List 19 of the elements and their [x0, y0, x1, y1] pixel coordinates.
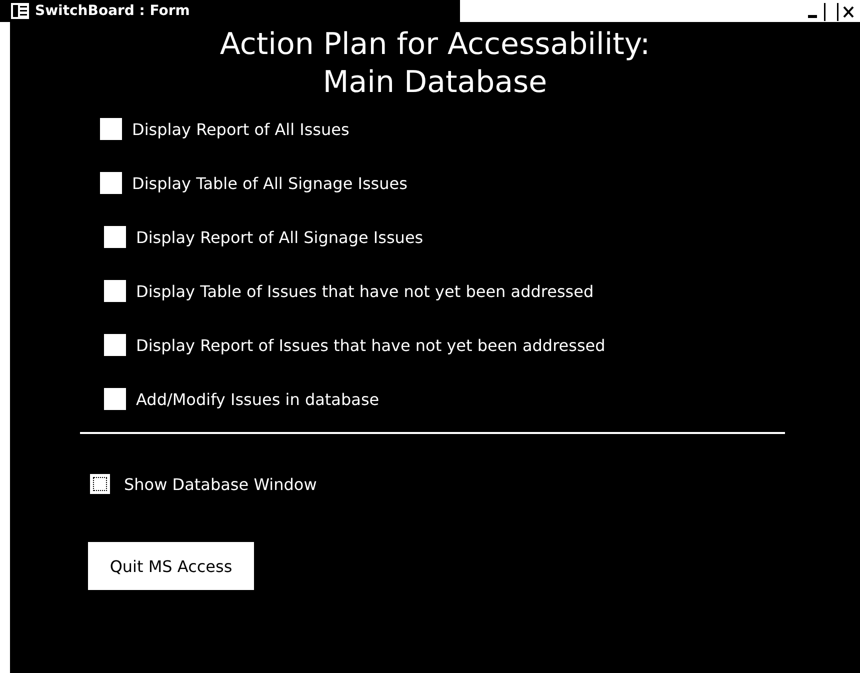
form-heading: Main Database — [322, 64, 548, 102]
checkbox-label: Show Database Window — [124, 474, 317, 494]
menu-button[interactable] — [104, 226, 126, 248]
menu-button[interactable] — [104, 334, 126, 356]
menu-label: Display Table of Issues that have not yet been addressed — [136, 282, 594, 300]
menu-label: Display Report of All Signage Issues — [136, 228, 424, 246]
menu-button[interactable] — [100, 172, 122, 194]
form-icon — [11, 3, 29, 19]
menu-label: Display Report of All Issues — [132, 120, 350, 138]
menu-button[interactable] — [104, 388, 126, 410]
form-heading: Action Plan for Accessability: — [220, 26, 650, 64]
menu-button[interactable] — [100, 118, 122, 140]
menu-button[interactable] — [104, 280, 126, 302]
window-title: SwitchBoard : Form — [35, 3, 190, 19]
menu-label: Display Report of Issues that have not yet been addressed — [136, 336, 606, 354]
checkbox[interactable] — [90, 474, 110, 494]
menu-label: Display Table of All Signage Issues — [132, 174, 408, 192]
quit-button[interactable]: Quit MS Access — [88, 542, 254, 590]
menu-label: Add/Modify Issues in database — [136, 390, 380, 408]
